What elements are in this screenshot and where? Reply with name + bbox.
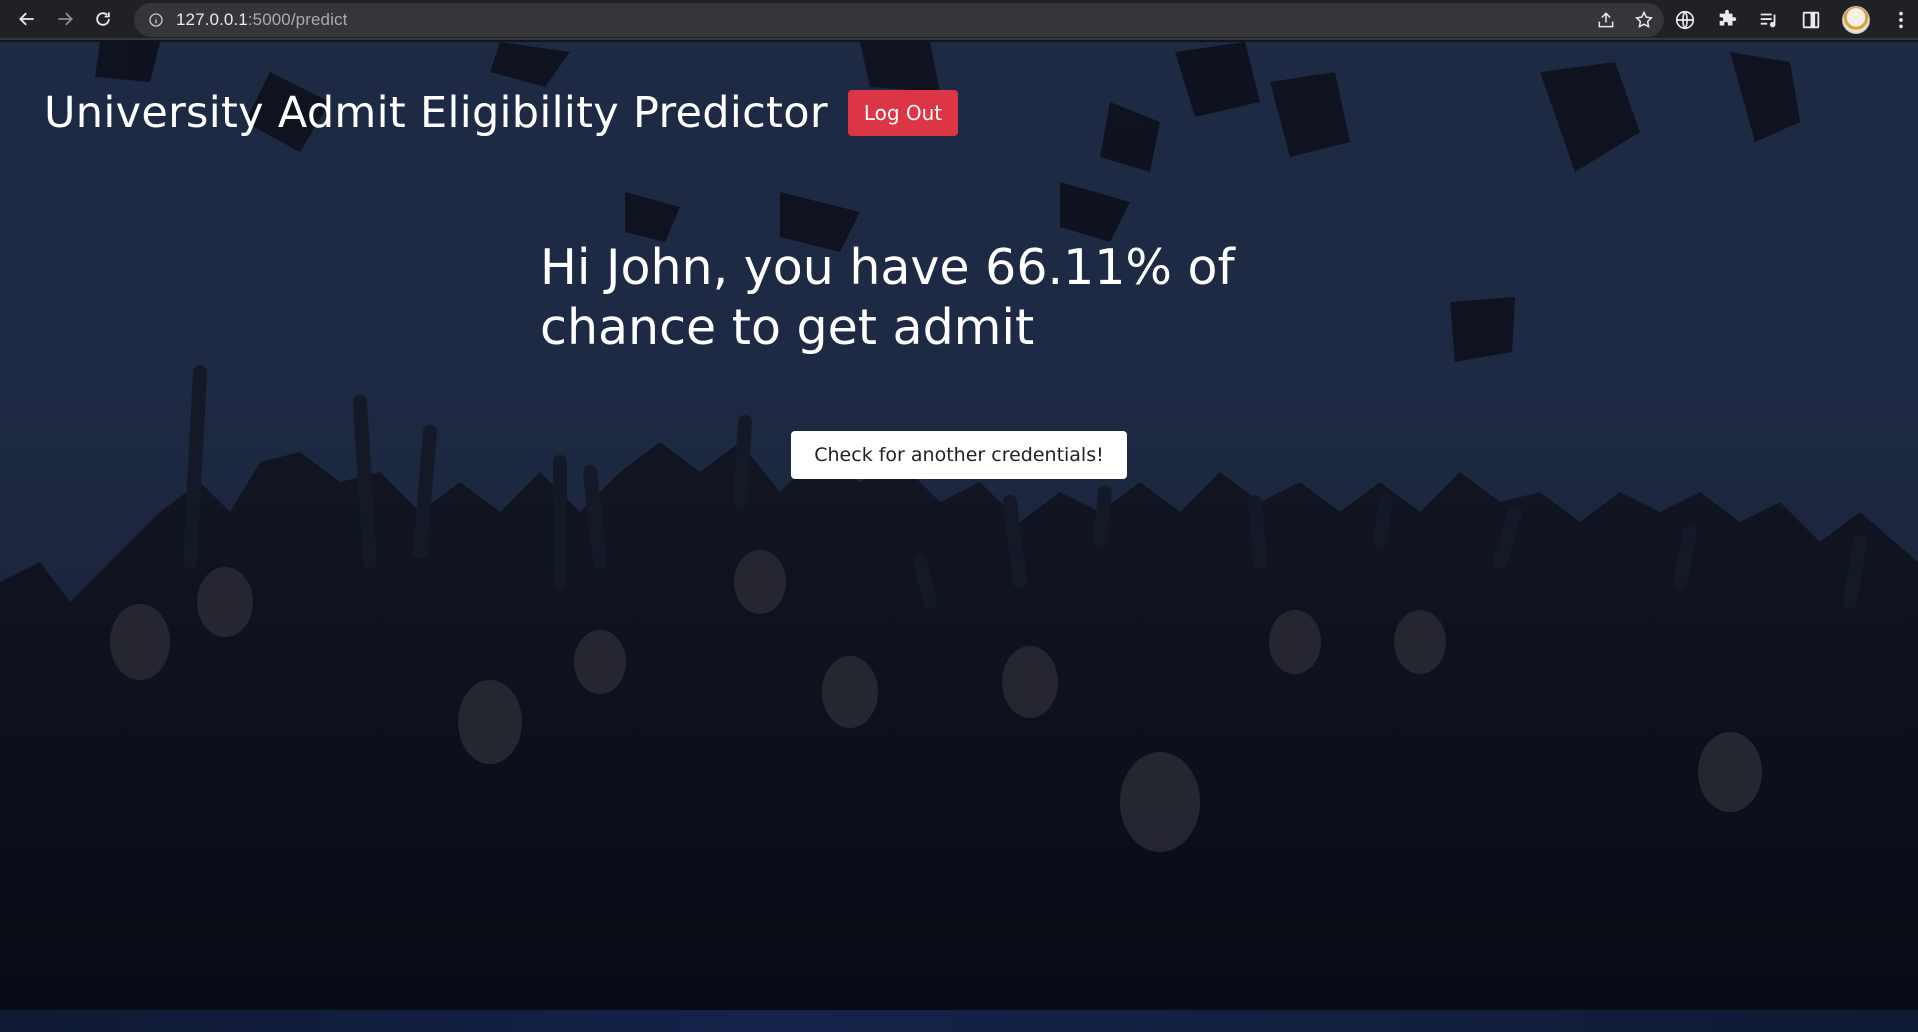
dark-overlay [0, 42, 1918, 1032]
side-panel-icon[interactable] [1800, 9, 1822, 31]
prediction-result: Hi John, you have 66.11% of chance to ge… [540, 239, 1235, 356]
back-button[interactable] [8, 1, 46, 37]
info-icon[interactable] [148, 12, 164, 28]
profile-avatar[interactable] [1842, 6, 1870, 34]
site-header: University Admit Eligibility Predictor L… [44, 88, 959, 138]
menu-kebab-icon[interactable] [1890, 9, 1912, 31]
share-icon[interactable] [1596, 10, 1616, 30]
star-icon[interactable] [1634, 10, 1654, 30]
arrow-left-icon [19, 12, 34, 26]
url-text: 127.0.0.1:5000/predict [176, 10, 348, 29]
address-bar[interactable]: 127.0.0.1:5000/predict [134, 3, 1664, 37]
puzzle-extensions-icon[interactable] [1716, 9, 1738, 31]
media-queue-icon[interactable] [1758, 9, 1780, 31]
check-another-button[interactable]: Check for another credentials! [791, 431, 1127, 479]
logout-button[interactable]: Log Out [847, 90, 959, 136]
forward-button[interactable] [46, 1, 84, 37]
page-content: University Admit Eligibility Predictor L… [0, 42, 1918, 1032]
reload-icon [96, 12, 110, 26]
reload-button[interactable] [84, 1, 122, 37]
bottom-strip [0, 1010, 1918, 1032]
globe-extension-icon[interactable] [1674, 9, 1696, 31]
site-title: University Admit Eligibility Predictor [44, 88, 828, 138]
browser-toolbar: 127.0.0.1:5000/predict [0, 0, 1918, 40]
arrow-right-icon [58, 12, 73, 26]
